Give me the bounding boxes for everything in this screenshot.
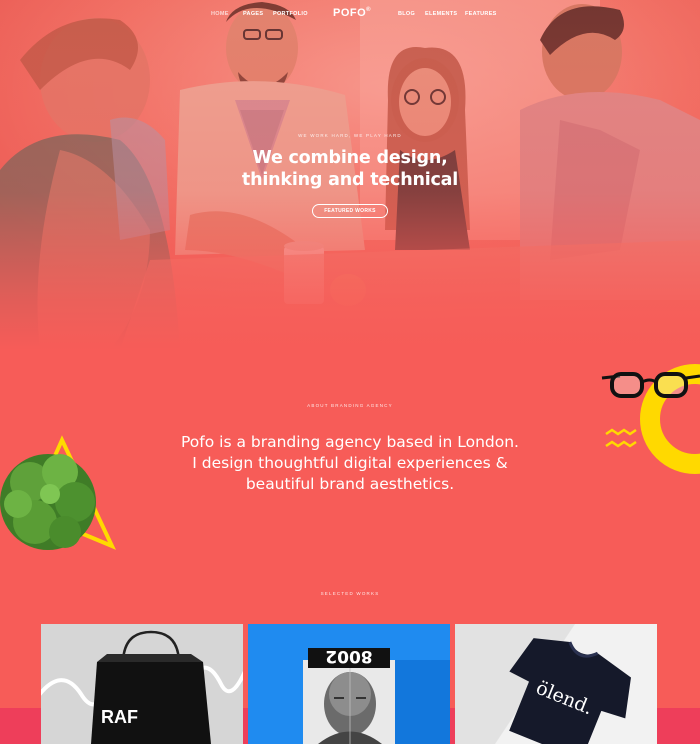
hero-title: We combine design, thinking and technica… (0, 147, 700, 191)
nav-home[interactable]: HOME (211, 11, 229, 17)
site-logo[interactable]: POFO® (333, 7, 371, 19)
work-item-poster[interactable]: 8002 (248, 624, 450, 744)
plant-icon (0, 454, 96, 550)
logo-text: POFO (333, 7, 367, 19)
about-eyebrow: ABOUT BRANDING AGENCY (307, 403, 393, 408)
selected-works-eyebrow: SELECTED WORKS (320, 591, 380, 596)
nav-features[interactable]: FEATURES (465, 11, 497, 17)
plant-triangle-decoration (0, 435, 117, 550)
featured-works-button[interactable]: FEATURED WORKS (312, 204, 388, 218)
nav-pages[interactable]: PAGES (243, 11, 263, 17)
nav-elements[interactable]: ELEMENTS (425, 11, 457, 17)
nav-portfolio[interactable]: PORTFOLIO (273, 11, 308, 17)
bag-artwork: RAF (41, 624, 243, 744)
tshirt-artwork: ölend. (455, 624, 657, 744)
logo-mark: ® (366, 7, 372, 13)
work-item-bag[interactable]: RAF (41, 624, 243, 744)
hero-title-line1: We combine design, (252, 148, 448, 168)
zigzag-shape (605, 440, 637, 448)
hero-content: WE WORK HARD, WE PLAY HARD We combine de… (0, 133, 700, 218)
glasses-ring-decoration (601, 364, 700, 474)
nav-blog[interactable]: BLOG (398, 11, 415, 17)
hero-section: HOME PAGES PORTFOLIO POFO® BLOG ELEMENTS… (0, 0, 700, 350)
work-item-tshirt[interactable]: ölend. (455, 624, 657, 744)
poster-number-text: 8002 (325, 646, 372, 666)
hero-title-line2: thinking and technical (241, 170, 459, 190)
hero-eyebrow: WE WORK HARD, WE PLAY HARD (298, 133, 402, 138)
poster-artwork: 8002 (248, 624, 450, 744)
zigzag-shape (605, 428, 637, 436)
top-navigation: HOME PAGES PORTFOLIO POFO® BLOG ELEMENTS… (0, 0, 700, 28)
bag-brand-text: RAF (101, 707, 138, 727)
about-text: Pofo is a branding agency based in Londo… (181, 433, 519, 493)
